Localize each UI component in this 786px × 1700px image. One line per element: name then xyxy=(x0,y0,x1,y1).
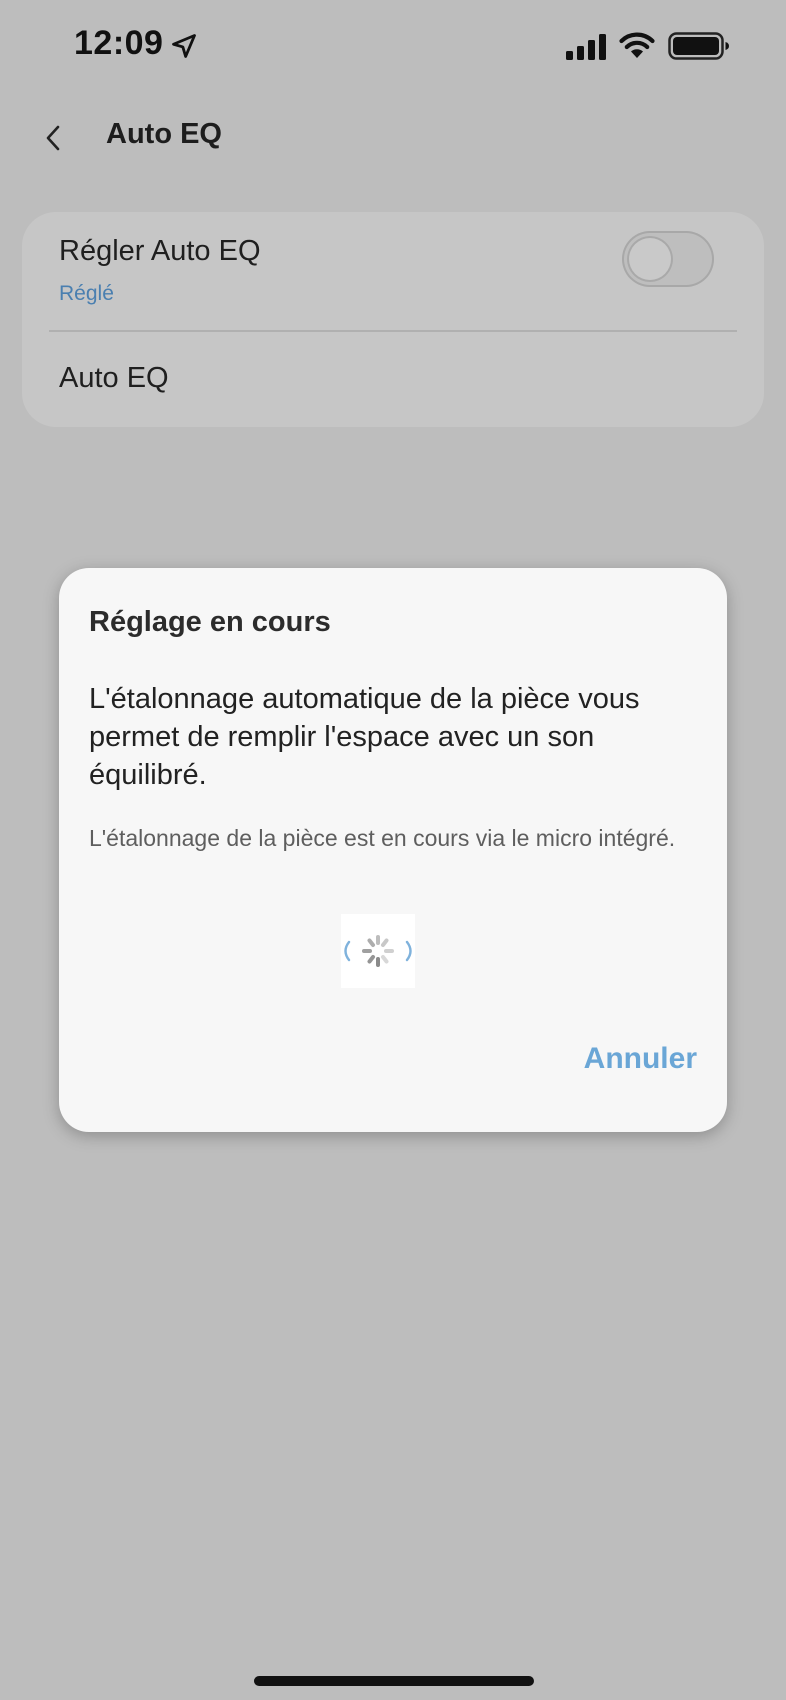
location-arrow-icon xyxy=(172,34,196,58)
loading-spinner-icon xyxy=(341,914,415,988)
dialog-body-text: L'étalonnage automatique de la pièce vou… xyxy=(89,683,640,791)
toggle-knob xyxy=(627,236,673,282)
auto-eq-toggle[interactable] xyxy=(622,231,714,287)
cancel-button[interactable]: Annuler xyxy=(584,1042,697,1076)
dialog-title: Réglage en cours xyxy=(89,606,331,638)
chevron-left-icon[interactable] xyxy=(34,118,74,158)
status-bar: 12:09 xyxy=(0,0,786,96)
page-title: Auto EQ xyxy=(106,118,222,150)
cellular-signal-icon xyxy=(566,34,606,60)
nav-header: Auto EQ xyxy=(0,100,786,180)
auto-eq-label: Auto EQ xyxy=(59,362,169,394)
status-time: 12:09 xyxy=(74,24,164,62)
calibrate-status-text: Réglé xyxy=(59,282,114,305)
calibration-dialog: Réglage en cours L'étalonnage automatiqu… xyxy=(59,568,727,1132)
battery-icon xyxy=(668,32,729,60)
calibrate-auto-eq-title: Régler Auto EQ xyxy=(59,235,261,267)
auto-eq-row: Auto EQ xyxy=(22,332,764,427)
home-indicator[interactable] xyxy=(254,1676,534,1686)
dialog-note-text: L'étalonnage de la pièce est en cours vi… xyxy=(89,825,676,851)
wifi-icon xyxy=(619,32,655,58)
